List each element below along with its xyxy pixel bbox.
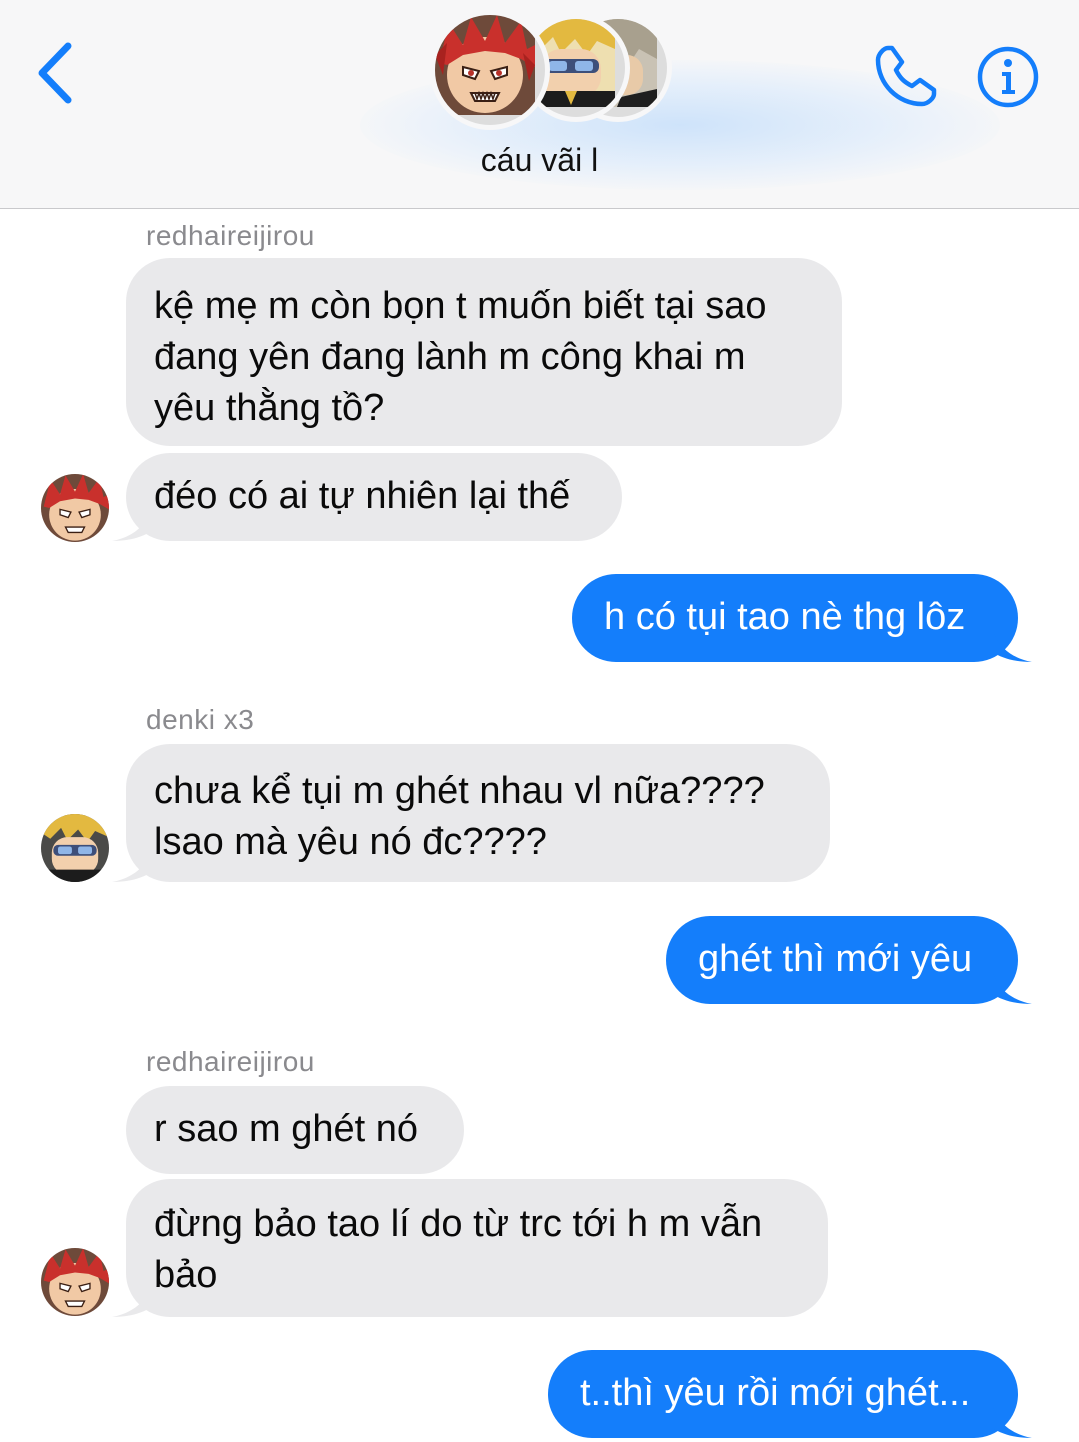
outgoing-message-bubble[interactable]: ghét thì mới yêu	[666, 916, 1032, 1004]
sender-avatar-denki[interactable]	[41, 814, 109, 882]
message-text-line: đang yên đang lành m công khai m	[154, 336, 746, 378]
group-avatar-stack[interactable]	[430, 10, 672, 130]
bubble-tail	[992, 970, 1032, 1004]
message-text-line: lsao mà yêu nó đc????	[154, 821, 547, 863]
bubble-tail	[992, 628, 1032, 662]
sender-name: redhaireijirou	[146, 1046, 315, 1077]
chevron-left-icon	[38, 42, 72, 104]
call-button[interactable]	[870, 40, 942, 112]
message-text-line: h có tụi tao nè thg lôz	[604, 596, 966, 638]
incoming-message-bubble[interactable]: đừng bảo tao lí do từ trc tới h m vẫn bả…	[112, 1179, 828, 1317]
message-text-line: chưa kể tụi m ghét nhau vl nữa????	[154, 770, 765, 812]
bubble-tail	[112, 507, 152, 541]
incoming-message-bubble[interactable]: chưa kể tụi m ghét nhau vl nữa???? lsao …	[112, 744, 830, 882]
bubble-tail	[112, 848, 152, 882]
bubble-tail	[112, 1283, 152, 1317]
message-text-line: yêu thằng tồ?	[154, 387, 385, 429]
sender-name: redhaireijirou	[146, 220, 315, 251]
message-text-line: đừng bảo tao lí do từ trc tới h m vẫn	[154, 1203, 763, 1245]
group-name-title[interactable]: cáu vãi l	[0, 142, 1079, 179]
conversation-header: cáu vãi l	[0, 0, 1079, 209]
sender-avatar-kirishima[interactable]	[41, 474, 109, 542]
incoming-message-bubble[interactable]: kệ mẹ m còn bọn t muốn biết tại sao đang…	[126, 258, 842, 446]
message-text-line: ghét thì mới yêu	[698, 938, 973, 980]
info-button[interactable]	[975, 44, 1041, 110]
incoming-message-bubble[interactable]: đéo có ai tự nhiên lại thế	[112, 453, 622, 541]
message-text-line: bảo	[154, 1254, 218, 1296]
back-button[interactable]	[32, 38, 92, 108]
message-text-line: t..thì yêu rồi mới ghét...	[580, 1372, 971, 1414]
message-text-line: đéo có ai tự nhiên lại thế	[154, 475, 571, 517]
member-avatar-kirishima	[430, 10, 550, 130]
bubble-tail	[992, 1404, 1032, 1438]
message-text-line: kệ mẹ m còn bọn t muốn biết tại sao	[154, 285, 767, 327]
sender-name: denki x3	[146, 704, 255, 735]
outgoing-message-bubble[interactable]: t..thì yêu rồi mới ghét...	[548, 1350, 1032, 1438]
incoming-message-bubble[interactable]: r sao m ghét nó	[126, 1086, 464, 1174]
outgoing-message-bubble[interactable]: h có tụi tao nè thg lôz	[572, 574, 1032, 662]
messages-conversation-screen: cáu vãi l redhaireijirou kệ mẹ m còn bọn…	[0, 0, 1079, 1442]
phone-icon	[875, 45, 937, 107]
message-text-line: r sao m ghét nó	[154, 1108, 419, 1150]
sender-avatar-kirishima[interactable]	[41, 1248, 109, 1316]
info-icon	[977, 46, 1039, 108]
